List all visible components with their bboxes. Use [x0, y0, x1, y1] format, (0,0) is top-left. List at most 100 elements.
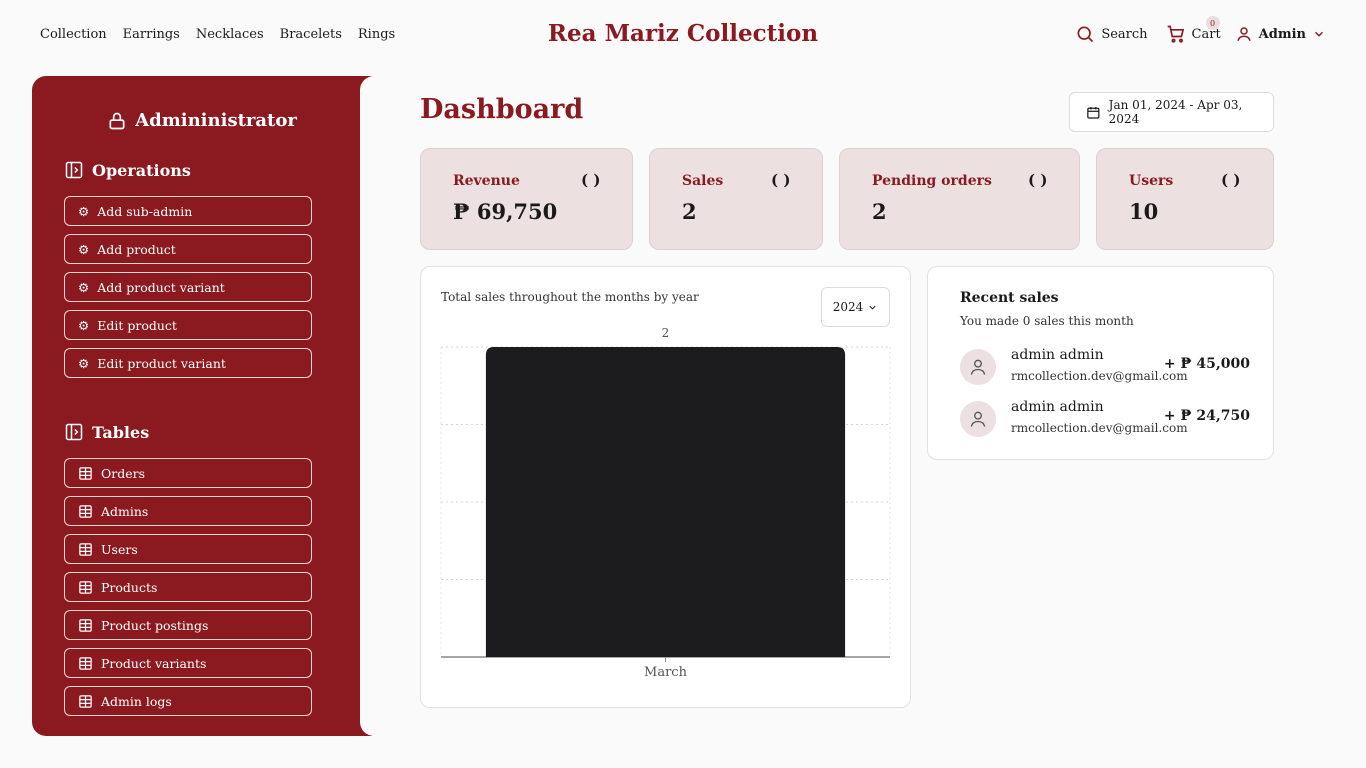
- stat-value: ₱ 69,750: [453, 199, 558, 224]
- user-icon: [970, 411, 986, 427]
- user-icon: [970, 359, 986, 375]
- customer-email: rmcollection.dev@gmail.com: [1011, 369, 1188, 383]
- sidebar-title-text: Admininistrator: [135, 110, 297, 131]
- x-tick-label: March: [644, 665, 688, 680]
- add-product-button[interactable]: ⚙ Add product: [64, 234, 312, 264]
- button-label: Orders: [101, 465, 146, 481]
- sale-row: admin admin rmcollection.dev@gmail.com +…: [960, 399, 1250, 439]
- table-icon: [79, 504, 92, 518]
- bar-value-label: 2: [662, 326, 670, 340]
- chart-caption: Total sales throughout the months by yea…: [441, 290, 699, 304]
- sale-row: admin admin rmcollection.dev@gmail.com +…: [960, 347, 1250, 387]
- nav-link-bracelets[interactable]: Bracelets: [280, 27, 342, 42]
- cart-button[interactable]: Cart 0: [1166, 16, 1221, 44]
- recent-sales-subtitle: You made 0 sales this month: [960, 314, 1134, 328]
- nav-link-collection[interactable]: Collection: [40, 27, 107, 42]
- sales-card: Sales ( ) 2: [649, 148, 823, 250]
- gear-icon: ⚙: [78, 355, 90, 371]
- nav-link-earrings[interactable]: Earrings: [123, 27, 180, 42]
- pending-orders-card: Pending orders ( ) 2: [839, 148, 1080, 250]
- button-label: Products: [101, 579, 158, 595]
- year-value: 2024: [832, 300, 864, 314]
- stat-icon: ( ): [581, 171, 601, 189]
- customer-name: admin admin: [1011, 347, 1104, 363]
- tables-heading-text: Tables: [92, 422, 150, 442]
- admin-sidebar: Admininistrator Operations ⚙ Add sub-adm…: [32, 76, 372, 736]
- revenue-card: Revenue ( ) ₱ 69,750: [420, 148, 633, 250]
- table-icon: [79, 580, 92, 594]
- sale-amount: + ₱ 24,750: [1163, 408, 1250, 424]
- bar: [485, 347, 846, 657]
- year-select[interactable]: 2024: [821, 287, 890, 327]
- panel-icon: [65, 423, 83, 441]
- operations-heading: Operations: [64, 160, 191, 180]
- date-range-picker[interactable]: Jan 01, 2024 - Apr 03, 2024: [1069, 92, 1274, 132]
- page-title: Dashboard: [420, 94, 584, 125]
- add-product-variant-button[interactable]: ⚙ Add product variant: [64, 272, 312, 302]
- recent-sales-card: Recent sales You made 0 sales this month…: [927, 266, 1274, 460]
- nav-link-rings[interactable]: Rings: [358, 27, 395, 42]
- stat-icon: ( ): [1221, 171, 1241, 189]
- sales-chart: 2 March: [440, 326, 891, 680]
- search-icon: [1077, 26, 1094, 43]
- admins-table-button[interactable]: Admins: [64, 496, 312, 526]
- table-icon: [79, 694, 92, 708]
- table-icon: [79, 542, 92, 556]
- table-icon: [79, 466, 92, 480]
- gear-icon: ⚙: [78, 279, 90, 295]
- add-sub-admin-button[interactable]: ⚙ Add sub-admin: [64, 196, 312, 226]
- nav-actions: Search Cart 0 Admin: [1075, 16, 1326, 44]
- button-label: Users: [101, 541, 138, 557]
- product-variants-table-button[interactable]: Product variants: [64, 648, 312, 678]
- admin-logs-table-button[interactable]: Admin logs: [64, 686, 312, 716]
- edit-product-button[interactable]: ⚙ Edit product: [64, 310, 312, 340]
- avatar: [960, 401, 996, 437]
- avatar: [960, 349, 996, 385]
- edit-product-variant-button[interactable]: ⚙ Edit product variant: [64, 348, 312, 378]
- chevron-down-icon: [869, 305, 876, 310]
- stat-value: 2: [872, 199, 887, 224]
- stat-value: 10: [1129, 199, 1159, 224]
- account-menu[interactable]: Admin: [1235, 25, 1326, 43]
- button-label: Product variants: [101, 655, 207, 671]
- gear-icon: ⚙: [78, 241, 90, 257]
- top-navigation: Collection Earrings Necklaces Bracelets …: [0, 0, 1366, 72]
- search-label: Search: [1101, 26, 1148, 42]
- gear-icon: ⚙: [78, 317, 90, 333]
- date-range-label: Jan 01, 2024 - Apr 03, 2024: [1108, 98, 1243, 126]
- button-label: Admins: [101, 503, 149, 519]
- button-label: Edit product variant: [97, 355, 226, 371]
- calendar-icon: [1087, 106, 1100, 119]
- operations-heading-text: Operations: [92, 160, 191, 180]
- stat-label: Revenue: [453, 173, 520, 189]
- stat-value: 2: [682, 199, 697, 224]
- users-table-button[interactable]: Users: [64, 534, 312, 564]
- tables-heading: Tables: [64, 422, 149, 442]
- lock-icon: [109, 112, 125, 129]
- table-icon: [79, 656, 92, 670]
- stat-label: Pending orders: [872, 173, 992, 189]
- customer-email: rmcollection.dev@gmail.com: [1011, 421, 1188, 435]
- product-postings-table-button[interactable]: Product postings: [64, 610, 312, 640]
- category-nav: Collection Earrings Necklaces Bracelets …: [40, 27, 395, 42]
- gear-icon: ⚙: [78, 203, 90, 219]
- nav-link-necklaces[interactable]: Necklaces: [196, 27, 264, 42]
- stat-label: Sales: [682, 173, 724, 189]
- panel-icon: [65, 161, 83, 179]
- button-label: Add sub-admin: [97, 203, 193, 219]
- button-label: Product postings: [101, 617, 209, 633]
- table-icon: [79, 618, 92, 632]
- chevron-down-icon: [1314, 31, 1324, 37]
- stat-label: Users: [1129, 173, 1174, 189]
- button-label: Add product variant: [97, 279, 225, 295]
- customer-name: admin admin: [1011, 399, 1104, 415]
- products-table-button[interactable]: Products: [64, 572, 312, 602]
- search-button[interactable]: Search: [1075, 24, 1148, 44]
- button-label: Add product: [97, 241, 176, 257]
- cart-icon: [1167, 25, 1184, 43]
- orders-table-button[interactable]: Orders: [64, 458, 312, 488]
- dashboard-panel: Dashboard Jan 01, 2024 - Apr 03, 2024 Re…: [360, 76, 1334, 736]
- recent-sales-title: Recent sales: [960, 290, 1059, 306]
- stat-icon: ( ): [771, 171, 791, 189]
- button-label: Admin logs: [101, 693, 172, 709]
